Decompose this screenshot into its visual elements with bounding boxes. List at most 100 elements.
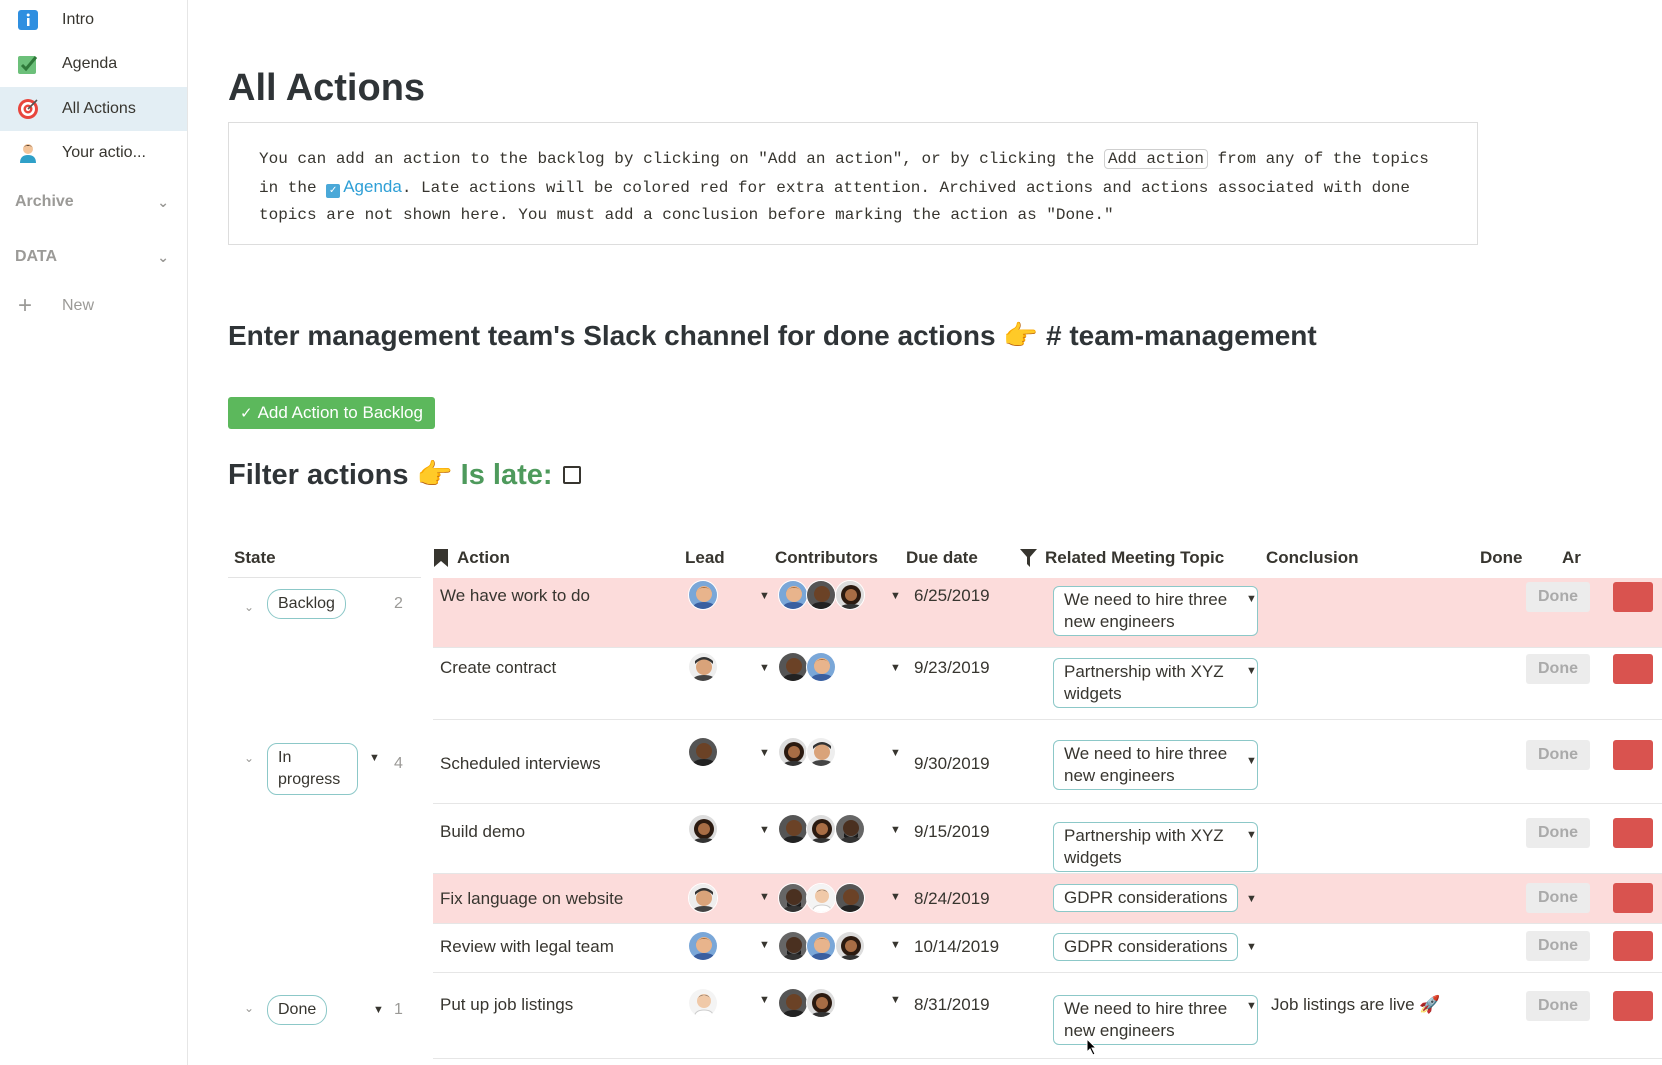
contributor-avatar[interactable] — [806, 814, 836, 844]
done-button[interactable]: Done — [1526, 818, 1590, 848]
contributor-avatar[interactable] — [778, 814, 808, 844]
lead-avatar[interactable] — [688, 814, 718, 844]
chevron-down-icon[interactable]: ⌄ — [244, 751, 254, 765]
lead-dropdown-arrow[interactable]: ▼ — [759, 891, 770, 903]
contributor-avatar[interactable] — [778, 737, 808, 767]
dropdown-arrow-icon[interactable]: ▼ — [373, 1004, 384, 1016]
contributors-dropdown-arrow[interactable]: ▼ — [890, 891, 901, 903]
lead-avatar[interactable] — [688, 931, 718, 961]
contributor-avatar[interactable] — [835, 580, 865, 610]
sidebar-item-all-actions[interactable]: All Actions — [0, 87, 187, 131]
chevron-down-icon[interactable]: ⌄ — [244, 600, 254, 614]
contributors-dropdown-arrow[interactable]: ▼ — [890, 824, 901, 836]
archive-button[interactable] — [1613, 654, 1653, 684]
lead-avatar[interactable] — [688, 988, 718, 1018]
done-button[interactable]: Done — [1526, 931, 1590, 961]
due-date[interactable]: 9/30/2019 — [914, 754, 990, 774]
contributor-avatar[interactable] — [806, 931, 836, 961]
related-topic-tag[interactable]: GDPR considerations — [1053, 884, 1239, 912]
contributor-avatar[interactable] — [778, 652, 808, 682]
table-row[interactable]: Put up job listings ▼ ▼ 8/31/2019 We nee… — [433, 973, 1662, 1059]
sidebar-item-intro[interactable]: Intro — [0, 0, 187, 40]
column-header-lead[interactable]: Lead — [685, 548, 725, 568]
related-topic-tag[interactable]: GDPR considerations — [1053, 933, 1239, 961]
contributor-avatar[interactable] — [778, 988, 808, 1018]
topic-dropdown-arrow[interactable]: ▼ — [1246, 941, 1257, 953]
state-pill-done[interactable]: Done — [267, 995, 328, 1025]
action-name[interactable]: Scheduled interviews — [440, 754, 601, 774]
action-name[interactable]: Review with legal team — [440, 937, 614, 957]
due-date[interactable]: 9/23/2019 — [914, 658, 990, 678]
topic-dropdown-arrow[interactable]: ▼ — [1246, 593, 1257, 605]
dropdown-arrow-icon[interactable]: ▼ — [369, 752, 380, 764]
contributors-dropdown-arrow[interactable]: ▼ — [890, 939, 901, 951]
action-name[interactable]: Fix language on website — [440, 889, 623, 909]
sidebar-item-agenda[interactable]: Agenda — [0, 44, 187, 84]
table-row[interactable]: Create contract ▼ ▼ 9/23/2019 Partnershi… — [433, 648, 1662, 720]
lead-dropdown-arrow[interactable]: ▼ — [759, 824, 770, 836]
state-pill-backlog[interactable]: Backlog — [267, 589, 346, 619]
table-row[interactable]: Build demo ▼ ▼ 9/15/2019 Partnership wit… — [433, 804, 1662, 874]
contributor-avatar[interactable] — [835, 883, 865, 913]
contributors-dropdown-arrow[interactable]: ▼ — [890, 662, 901, 674]
done-button[interactable]: Done — [1526, 582, 1590, 612]
conclusion-text[interactable]: Job listings are live 🚀 — [1271, 995, 1441, 1015]
topic-dropdown-arrow[interactable]: ▼ — [1246, 1000, 1257, 1012]
table-row[interactable]: Review with legal team ▼ ▼ 10/14/2019 GD… — [433, 924, 1662, 973]
archive-button[interactable] — [1613, 883, 1653, 913]
due-date[interactable]: 9/15/2019 — [914, 822, 990, 842]
lead-avatar[interactable] — [688, 737, 718, 767]
table-row[interactable]: Scheduled interviews ▼ ▼ 9/30/2019 We ne… — [433, 720, 1662, 804]
done-button[interactable]: Done — [1526, 740, 1590, 770]
add-action-button[interactable]: ✓ Add Action to Backlog — [228, 397, 435, 429]
contributors-dropdown-arrow[interactable]: ▼ — [890, 590, 901, 602]
contributor-avatar[interactable] — [806, 988, 836, 1018]
due-date[interactable]: 6/25/2019 — [914, 586, 990, 606]
topic-dropdown-arrow[interactable]: ▼ — [1246, 665, 1257, 677]
lead-avatar[interactable] — [688, 883, 718, 913]
related-topic-tag[interactable]: Partnership with XYZ widgets — [1053, 658, 1258, 708]
archive-button[interactable] — [1613, 582, 1653, 612]
due-date[interactable]: 8/24/2019 — [914, 889, 990, 909]
contributor-avatar[interactable] — [835, 931, 865, 961]
column-header-done[interactable]: Done — [1480, 548, 1523, 568]
contributors-dropdown-arrow[interactable]: ▼ — [890, 747, 901, 759]
column-header-archive[interactable]: Ar — [1562, 548, 1581, 568]
table-row[interactable]: We have work to do ▼ ▼ 6/25/2019 We need… — [433, 578, 1662, 648]
due-date[interactable]: 10/14/2019 — [914, 937, 999, 957]
related-topic-tag[interactable]: We need to hire three new engineers — [1053, 740, 1258, 790]
contributor-avatar[interactable] — [778, 931, 808, 961]
contributor-avatar[interactable] — [806, 580, 836, 610]
sidebar-section-data[interactable]: DATA ⌄ — [15, 248, 175, 266]
archive-button[interactable] — [1613, 740, 1653, 770]
column-header-state[interactable]: State — [234, 548, 276, 568]
contributor-avatar[interactable] — [835, 814, 865, 844]
contributor-avatar[interactable] — [778, 883, 808, 913]
lead-avatar[interactable] — [688, 580, 718, 610]
agenda-link[interactable]: ✓ Agenda — [326, 177, 402, 198]
column-header-related-topic[interactable]: Related Meeting Topic — [1020, 548, 1224, 568]
action-name[interactable]: Build demo — [440, 822, 525, 842]
action-name[interactable]: Create contract — [440, 658, 556, 678]
done-button[interactable]: Done — [1526, 654, 1590, 684]
column-header-action[interactable]: Action — [434, 548, 510, 568]
lead-dropdown-arrow[interactable]: ▼ — [759, 747, 770, 759]
archive-button[interactable] — [1613, 931, 1653, 961]
sidebar-section-archive[interactable]: Archive ⌄ — [15, 193, 175, 211]
lead-dropdown-arrow[interactable]: ▼ — [759, 939, 770, 951]
contributor-avatar[interactable] — [778, 580, 808, 610]
column-header-contributors[interactable]: Contributors — [775, 548, 878, 568]
lead-avatar[interactable] — [688, 652, 718, 682]
lead-dropdown-arrow[interactable]: ▼ — [759, 590, 770, 602]
sidebar-item-your-actions[interactable]: Your actio... — [0, 133, 187, 173]
topic-dropdown-arrow[interactable]: ▼ — [1246, 755, 1257, 767]
archive-button[interactable] — [1613, 818, 1653, 848]
topic-dropdown-arrow[interactable]: ▼ — [1246, 829, 1257, 841]
lead-dropdown-arrow[interactable]: ▼ — [759, 994, 770, 1006]
new-page-button[interactable]: + New — [18, 294, 94, 318]
state-pill-in-progress[interactable]: In progress — [267, 743, 358, 795]
is-late-checkbox[interactable] — [562, 466, 581, 484]
column-header-conclusion[interactable]: Conclusion — [1266, 548, 1359, 568]
due-date[interactable]: 8/31/2019 — [914, 995, 990, 1015]
topic-dropdown-arrow[interactable]: ▼ — [1246, 893, 1257, 905]
